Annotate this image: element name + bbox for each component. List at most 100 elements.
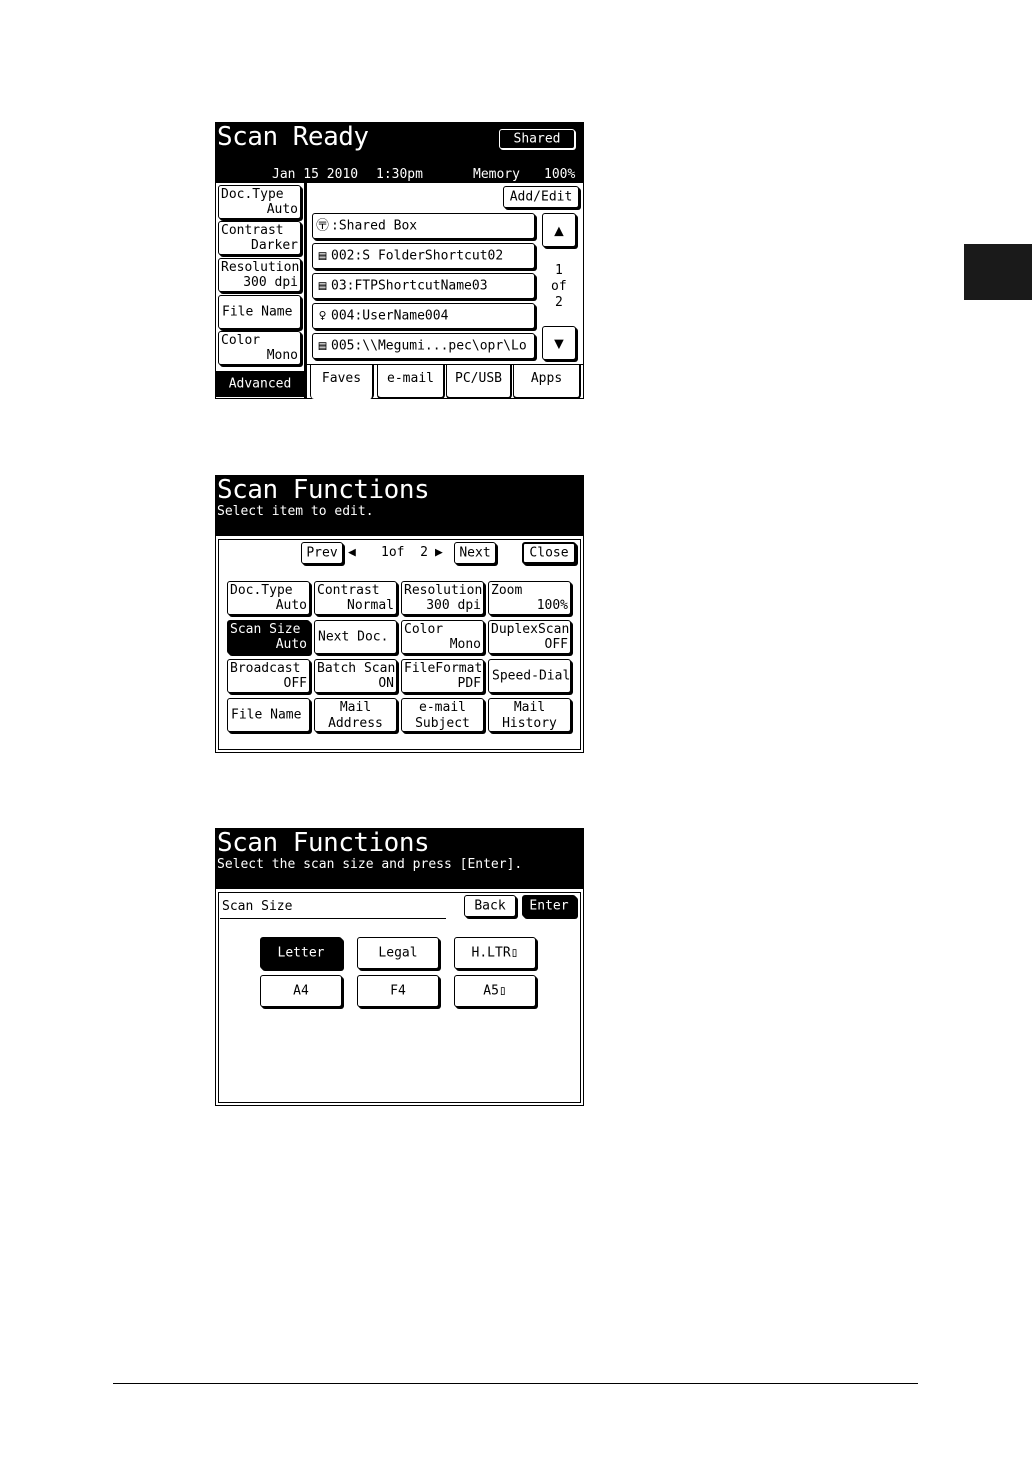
- destination-item[interactable]: ▤ 002:S FolderShortcut02: [312, 243, 535, 269]
- prev-label: Prev: [306, 545, 338, 561]
- destination-text: 002:S FolderShortcut02: [331, 248, 504, 264]
- destination-item[interactable]: 〶:Shared Box: [312, 213, 535, 239]
- next-doc-function[interactable]: Next Doc.: [314, 620, 397, 654]
- zoom-function[interactable]: Zoom 100%: [488, 581, 571, 615]
- file-name-function[interactable]: File Name: [227, 698, 310, 732]
- down-arrow-icon: ▼: [554, 333, 564, 353]
- page-current: 1: [555, 263, 563, 278]
- date-text: Jan 15 2010: [272, 167, 359, 182]
- back-button[interactable]: Back: [464, 895, 516, 917]
- tab-pc-usb[interactable]: PC/USB: [446, 365, 512, 399]
- screen-title: Scan Functions: [217, 475, 430, 505]
- scan-size-function[interactable]: Scan Size Auto: [227, 620, 310, 654]
- resolution-function[interactable]: Resolution 300 dpi: [401, 581, 484, 615]
- destination-text: 004:UserName004: [331, 308, 449, 324]
- contrast-function[interactable]: Contrast Normal: [314, 581, 397, 615]
- file-name-setting[interactable]: File Name: [218, 295, 301, 329]
- scan-size-screen: Scan Functions Select the scan size and …: [215, 828, 584, 1106]
- footer-rule: [113, 1383, 918, 1384]
- back-label: Back: [474, 898, 506, 914]
- destination-text: 005:\\Megumi...pec\opr\Lo: [331, 338, 527, 354]
- tab-faves[interactable]: Faves: [310, 365, 374, 399]
- size-label: A5▯: [483, 983, 507, 999]
- size-label: A4: [293, 983, 309, 999]
- close-label: Close: [529, 545, 569, 561]
- email-subject-function[interactable]: e-mail Subject: [401, 698, 484, 732]
- enter-button[interactable]: Enter: [522, 895, 576, 917]
- tab-apps[interactable]: Apps: [513, 365, 581, 399]
- size-label: Letter: [277, 945, 325, 961]
- resolution-setting[interactable]: Resolution 300 dpi: [218, 258, 301, 292]
- function-label: File Name: [231, 707, 302, 723]
- contrast-setting[interactable]: Contrast Darker: [218, 221, 301, 255]
- enter-label: Enter: [529, 898, 569, 914]
- scroll-up-button[interactable]: ▲: [542, 213, 576, 247]
- function-label: Broadcast: [230, 661, 301, 676]
- function-label: Zoom: [491, 583, 523, 598]
- shared-button[interactable]: Shared: [499, 129, 575, 149]
- next-arrow-icon: ▶: [435, 545, 443, 560]
- memory-value: 100%: [544, 167, 576, 182]
- destination-item[interactable]: ▤ 03:FTPShortcutName03: [312, 273, 535, 299]
- setting-value: Darker: [251, 238, 298, 253]
- ftp-shortcut-icon: ▤: [318, 278, 327, 294]
- function-value: Normal: [347, 598, 394, 613]
- up-arrow-icon: ▲: [554, 220, 564, 240]
- function-value: History: [502, 716, 557, 731]
- mail-history-function[interactable]: Mail History: [488, 698, 571, 732]
- file-format-function[interactable]: FileFormat PDF: [401, 659, 484, 693]
- column-divider: [304, 183, 307, 399]
- destination-item[interactable]: ♀ 004:UserName004: [312, 303, 535, 329]
- size-label: H.LTR▯: [471, 945, 519, 961]
- size-h-ltr-button[interactable]: H.LTR▯: [454, 937, 536, 969]
- batch-scan-function[interactable]: Batch Scan ON: [314, 659, 397, 693]
- size-a5-button[interactable]: A5▯: [454, 975, 536, 1007]
- scan-size-field-label: Scan Size: [222, 899, 293, 914]
- size-legal-button[interactable]: Legal: [357, 937, 439, 969]
- size-label: Legal: [378, 945, 418, 961]
- size-a4-button[interactable]: A4: [260, 975, 342, 1007]
- chapter-tab: [964, 244, 1032, 300]
- function-value: Address: [328, 716, 383, 731]
- size-f4-button[interactable]: F4: [357, 975, 439, 1007]
- doc-type-function[interactable]: Doc.Type Auto: [227, 581, 310, 615]
- destination-text: 03:FTPShortcutName03: [331, 278, 488, 294]
- function-label: Mail: [339, 700, 372, 715]
- scroll-down-button[interactable]: ▼: [542, 326, 576, 360]
- function-label: Color: [404, 622, 444, 637]
- function-label: FileFormat: [404, 661, 483, 676]
- doc-type-setting[interactable]: Doc.Type Auto: [218, 185, 301, 219]
- next-label: Next: [459, 545, 491, 561]
- function-label: Next Doc.: [318, 629, 389, 645]
- setting-label: Doc.Type: [221, 187, 284, 202]
- function-value: 300 dpi: [426, 598, 481, 613]
- close-button[interactable]: Close: [522, 542, 576, 564]
- tab-email[interactable]: e-mail: [377, 365, 445, 399]
- duplex-scan-function[interactable]: DuplexScan OFF: [488, 620, 571, 654]
- color-setting[interactable]: Color Mono: [218, 331, 301, 365]
- prev-button[interactable]: Prev: [301, 542, 343, 564]
- next-button[interactable]: Next: [454, 542, 496, 564]
- broadcast-function[interactable]: Broadcast OFF: [227, 659, 310, 693]
- setting-label: Contrast: [221, 223, 284, 238]
- prev-arrow-icon: ◀: [348, 545, 356, 560]
- size-letter-button[interactable]: Letter: [260, 937, 342, 969]
- function-value: Auto: [275, 598, 307, 613]
- color-function[interactable]: Color Mono: [401, 620, 484, 654]
- advanced-button[interactable]: Advanced: [216, 371, 304, 397]
- function-label: DuplexScan: [491, 622, 570, 637]
- advanced-label: Advanced: [228, 376, 292, 392]
- folder-shortcut-icon: ▤: [318, 248, 327, 264]
- scan-size-header: Scan Functions Select the scan size and …: [216, 829, 583, 889]
- destination-item[interactable]: ▤ 005:\\Megumi...pec\opr\Lo: [312, 333, 535, 359]
- setting-value: Mono: [266, 348, 298, 363]
- scan-functions-screen: Scan Functions Select item to edit. Prev…: [215, 475, 584, 753]
- size-label: F4: [390, 983, 406, 999]
- add-edit-button[interactable]: Add/Edit: [503, 186, 579, 208]
- screen-subtitle: Select item to edit.: [217, 504, 374, 519]
- shared-button-label: Shared: [513, 131, 561, 147]
- speed-dial-function[interactable]: Speed-Dial: [488, 659, 571, 693]
- shared-box-icon: 〶: [316, 218, 330, 234]
- mail-address-function[interactable]: Mail Address: [314, 698, 397, 732]
- page-of: of: [551, 279, 567, 294]
